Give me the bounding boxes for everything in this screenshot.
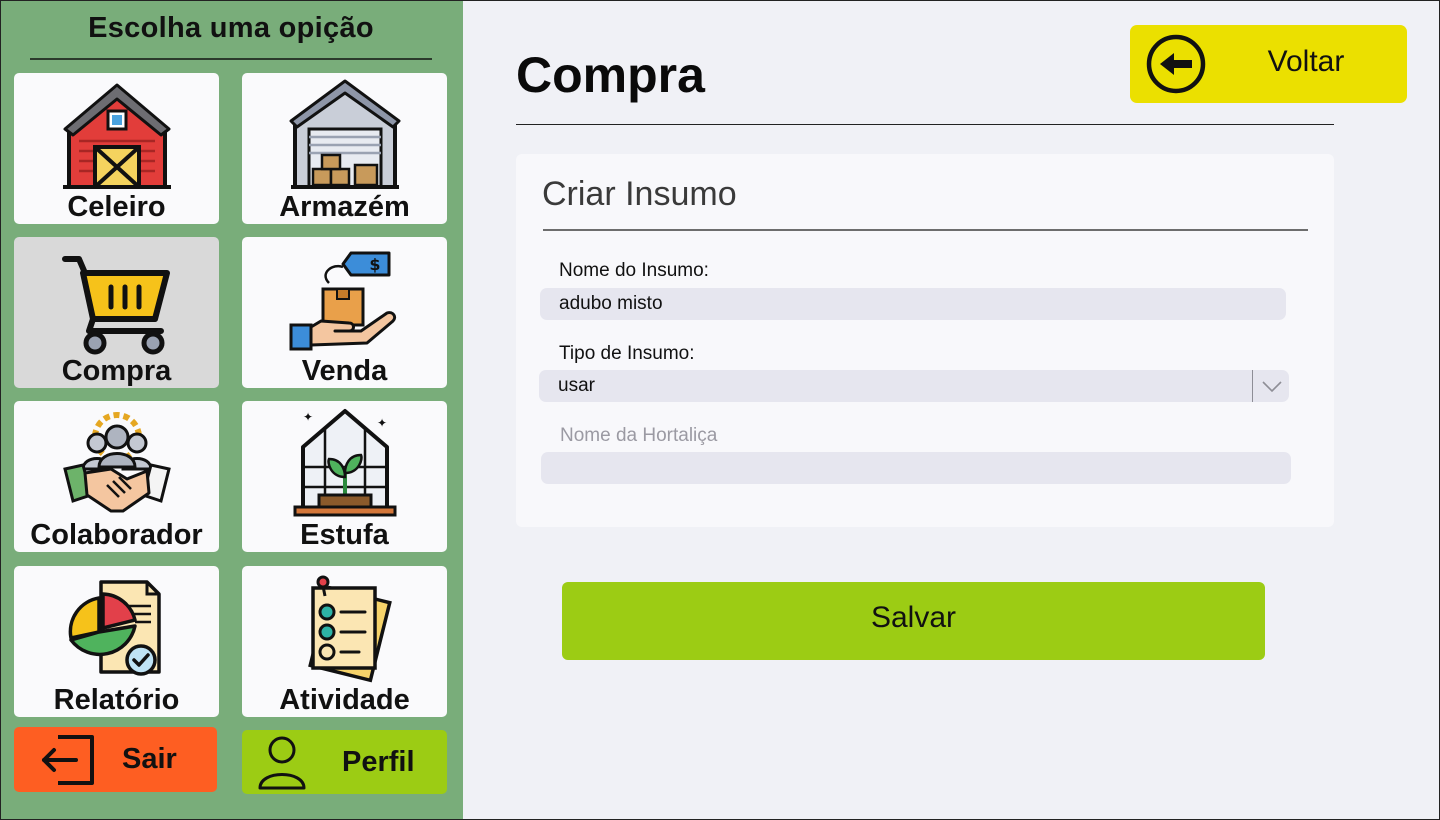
save-button-label: Salvar bbox=[870, 601, 957, 634]
back-button[interactable]: Voltar bbox=[1130, 25, 1407, 103]
profile-label: Perfil bbox=[342, 746, 415, 778]
menu-tile-label: Estufa bbox=[300, 519, 389, 551]
menu-tile-colaborador[interactable]: Colaborador bbox=[14, 401, 219, 552]
menu-tile-venda[interactable]: $ Venda bbox=[242, 237, 447, 388]
sidebar-title: Escolha uma opição bbox=[88, 12, 374, 44]
menu-tile-atividade[interactable]: Atividade bbox=[242, 566, 447, 717]
greenhouse-icon: ✦ ✦ bbox=[293, 409, 396, 517]
logout-button[interactable]: Sair bbox=[14, 727, 217, 792]
back-button-label: Voltar bbox=[1267, 45, 1345, 78]
menu-tile-label: Venda bbox=[301, 355, 388, 387]
vegetable-name-field[interactable] bbox=[541, 452, 1291, 484]
menu-tile-armazem[interactable]: Armazém bbox=[242, 73, 447, 224]
user-icon bbox=[258, 736, 306, 790]
menu-tile-label: Celeiro bbox=[67, 191, 166, 223]
svg-text:✦: ✦ bbox=[377, 416, 387, 430]
warehouse-icon bbox=[289, 79, 400, 189]
report-chart-icon bbox=[68, 580, 161, 676]
sale-box-hand-icon: $ bbox=[289, 251, 396, 351]
title-divider bbox=[516, 124, 1334, 125]
menu-tile-label: Compra bbox=[61, 355, 172, 387]
barn-icon bbox=[62, 83, 171, 189]
menu-tile-label: Armazém bbox=[279, 191, 410, 223]
menu-tile-compra[interactable]: Compra bbox=[14, 237, 219, 388]
menu-tile-label: Colaborador bbox=[30, 519, 203, 551]
logout-label: Sair bbox=[122, 743, 177, 775]
chevron-down-icon bbox=[1262, 381, 1282, 393]
sidebar-divider bbox=[30, 58, 432, 60]
team-handshake-icon bbox=[62, 412, 171, 513]
vegetable-name-label: Nome da Hortaliça bbox=[560, 425, 718, 446]
input-type-selected-value: usar bbox=[558, 375, 595, 396]
save-button[interactable]: Salvar bbox=[562, 582, 1265, 660]
checklist-icon bbox=[307, 575, 392, 683]
menu-tile-estufa[interactable]: ✦ ✦ Estufa bbox=[242, 401, 447, 552]
menu-tile-relatorio[interactable]: Relatório bbox=[14, 566, 219, 717]
input-type-label: Tipo de Insumo: bbox=[559, 343, 695, 364]
form-title: Criar Insumo bbox=[542, 175, 737, 213]
svg-text:✦: ✦ bbox=[303, 410, 313, 424]
arrow-left-circle-icon bbox=[1146, 34, 1206, 94]
input-name-field[interactable] bbox=[540, 288, 1286, 320]
svg-text:$: $ bbox=[369, 255, 380, 274]
input-name-label: Nome do Insumo: bbox=[559, 260, 709, 281]
shopping-cart-icon bbox=[61, 256, 170, 355]
menu-tile-label: Relatório bbox=[53, 684, 180, 716]
menu-tile-label: Atividade bbox=[279, 684, 410, 716]
create-input-form: Criar Insumo Nome do Insumo: Tipo de Ins… bbox=[516, 154, 1334, 527]
form-title-divider bbox=[543, 229, 1308, 231]
page-title: Compra bbox=[516, 47, 705, 103]
logout-icon bbox=[42, 735, 94, 785]
input-type-select[interactable]: usar bbox=[539, 370, 1289, 402]
profile-button[interactable]: Perfil bbox=[242, 730, 447, 794]
menu-tile-celeiro[interactable]: Celeiro bbox=[14, 73, 219, 224]
sidebar: Escolha uma opição Celeiro Armazém Compr… bbox=[0, 0, 463, 820]
select-divider bbox=[1252, 370, 1253, 402]
